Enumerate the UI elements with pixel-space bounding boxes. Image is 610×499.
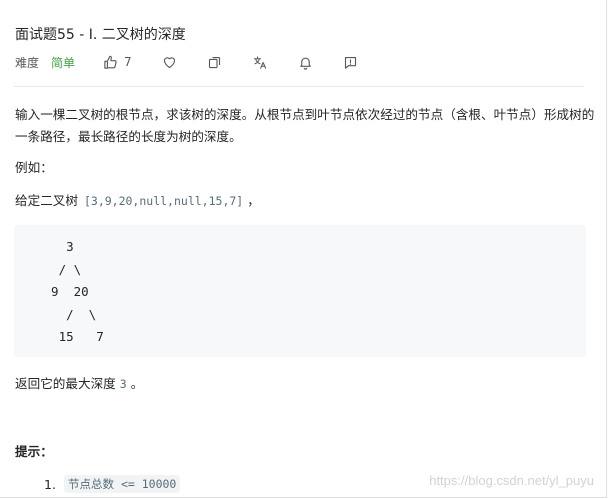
given-tree-array: [3,9,20,null,null,15,7] bbox=[83, 194, 244, 208]
translate-icon bbox=[252, 55, 268, 70]
hint-text: 节点总数 <= 10000 bbox=[68, 477, 177, 491]
hint-item: 1. 节点总数 <= 10000 bbox=[44, 475, 181, 493]
heart-icon bbox=[162, 55, 177, 70]
like-count: 7 bbox=[124, 55, 132, 69]
bell-icon bbox=[298, 55, 313, 70]
page-title: 面试题55 - I. 二叉树的深度 bbox=[15, 27, 186, 43]
tree-diagram-text: 3 / \ 9 20 / \ 15 7 bbox=[51, 239, 104, 344]
given-suffix: ， bbox=[247, 193, 260, 208]
tree-code-block: 3 / \ 9 20 / \ 15 7 bbox=[14, 225, 586, 357]
result-suffix: 。 bbox=[130, 376, 144, 391]
example-label: 例如： bbox=[15, 160, 53, 175]
problem-description: 输入一棵二叉树的根节点，求该树的深度。从根节点到叶节点依次经过的节点（含根、叶节… bbox=[15, 107, 595, 144]
result-value: 3 bbox=[119, 377, 127, 391]
feedback-button[interactable] bbox=[343, 55, 358, 70]
given-tree-line: 给定二叉树 [3,9,20,null,null,15,7]， bbox=[15, 190, 260, 209]
feedback-icon bbox=[343, 55, 358, 70]
problem-meta-bar: 难度 简单 7 bbox=[15, 52, 388, 72]
notify-button[interactable] bbox=[298, 55, 313, 70]
watermark-text: https://blog.csdn.net/yl_puyu bbox=[429, 473, 594, 488]
result-line: 返回它的最大深度 3。 bbox=[15, 373, 143, 392]
translate-button[interactable] bbox=[252, 55, 268, 70]
hints-title: 提示： bbox=[15, 444, 53, 459]
header-divider bbox=[14, 86, 584, 87]
share-button[interactable] bbox=[207, 55, 222, 70]
hint-chip: 节点总数 <= 10000 bbox=[64, 475, 181, 493]
thumbs-up-icon bbox=[103, 55, 118, 70]
given-prefix: 给定二叉树 bbox=[15, 193, 78, 208]
result-prefix: 返回它的最大深度 bbox=[15, 376, 116, 391]
like-button[interactable]: 7 bbox=[103, 55, 132, 70]
difficulty-label: 难度 bbox=[15, 55, 40, 70]
share-icon bbox=[207, 55, 222, 70]
favorite-button[interactable] bbox=[162, 55, 177, 70]
problem-panel: 面试题55 - I. 二叉树的深度 难度 简单 7 输入一棵二叉树的根节点，求该… bbox=[0, 0, 607, 498]
hint-number: 1. bbox=[44, 476, 57, 492]
difficulty-badge: 简单 bbox=[51, 55, 76, 70]
